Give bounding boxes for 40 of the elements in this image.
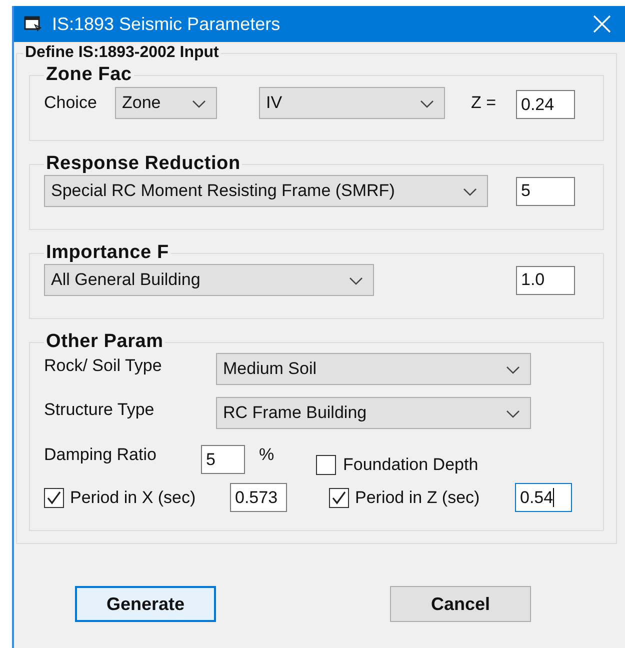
group-title: Other Param — [45, 331, 164, 353]
chevron-icon — [506, 410, 520, 418]
chevron-icon — [420, 100, 434, 108]
group-title: Zone Fac — [45, 64, 133, 86]
chevron-icon — [192, 100, 206, 108]
input-field[interactable]: 0.573 — [230, 483, 287, 512]
chevron-icon — [506, 366, 520, 374]
dropdown[interactable]: Special RC Moment Resisting Frame (SMRF) — [44, 175, 488, 207]
window-title: IS:1893 Seismic Parameters — [52, 14, 282, 34]
input-field[interactable]: 5 — [201, 445, 245, 474]
group-title: Importance F — [45, 242, 170, 264]
dialog-button[interactable]: Cancel — [390, 586, 531, 622]
window-icon — [24, 16, 42, 32]
field-label: Rock/ Soil Type — [44, 356, 163, 376]
checkbox[interactable] — [44, 488, 64, 508]
field-label: Z = — [471, 92, 498, 112]
checkbox-label: Period in X (sec) — [70, 488, 197, 508]
checkbox-label: Period in Z (sec) — [355, 488, 481, 508]
chevron-icon — [463, 188, 477, 196]
input-field[interactable]: 0.24 — [516, 90, 575, 119]
group-title: Response Reduction — [45, 153, 242, 175]
input-field[interactable]: 1.0 — [516, 266, 575, 294]
chevron-icon — [349, 277, 363, 285]
dropdown[interactable]: IV — [259, 86, 445, 118]
input-field[interactable]: 5 — [516, 176, 575, 206]
field-label: Structure Type — [44, 400, 156, 420]
field-label: Choice — [44, 92, 98, 112]
dropdown[interactable]: Zone — [115, 86, 217, 118]
unit-label: % — [259, 445, 276, 465]
checkbox[interactable] — [316, 455, 336, 475]
group-title: Define IS:1893-2002 Input — [24, 44, 220, 62]
close-icon[interactable] — [593, 15, 611, 33]
dropdown[interactable]: RC Frame Building — [216, 397, 531, 429]
dropdown[interactable]: Medium Soil — [216, 353, 531, 385]
dropdown[interactable]: All General Building — [44, 264, 374, 296]
input-field[interactable]: 0.54 — [515, 483, 572, 512]
checkbox[interactable] — [329, 488, 349, 508]
dialog-button[interactable]: Generate — [75, 586, 216, 622]
checkbox-label: Foundation Depth — [343, 455, 478, 475]
field-label: Damping Ratio — [44, 445, 158, 465]
